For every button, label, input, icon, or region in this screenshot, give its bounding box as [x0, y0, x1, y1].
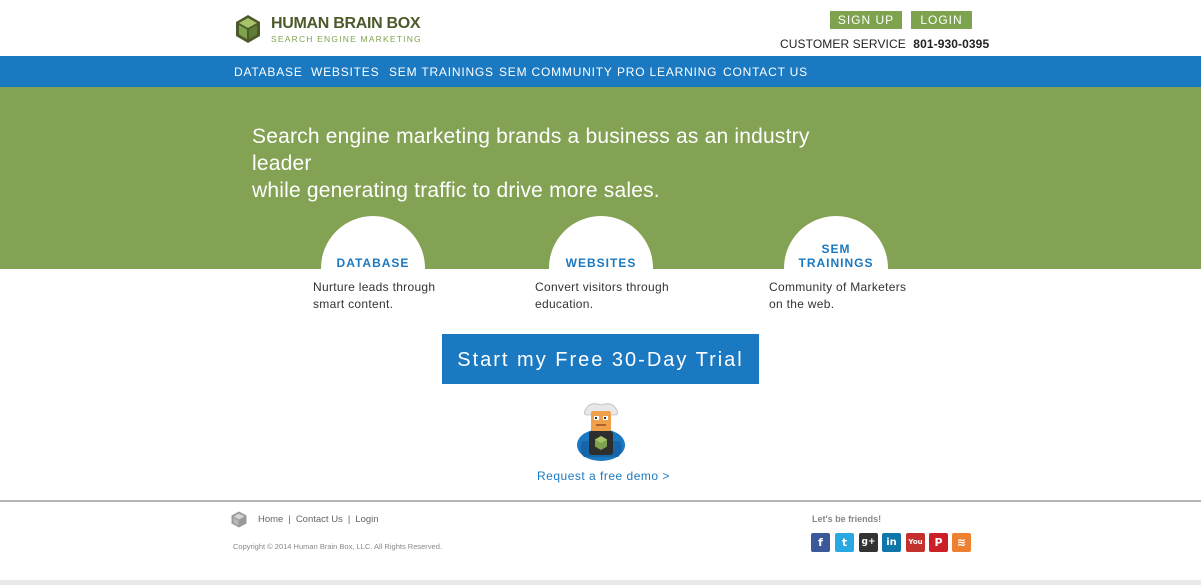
facebook-icon[interactable]: f [811, 533, 830, 552]
free-trial-button[interactable]: Start my Free 30-Day Trial [442, 334, 759, 384]
nav-item-contact-us[interactable]: CONTACT US [723, 56, 808, 87]
friends-label: Let's be friends! [812, 514, 882, 524]
hero-headline: Search engine marketing brands a busines… [252, 123, 852, 204]
nav-item-websites[interactable]: WEBSITES [311, 56, 379, 87]
rss-icon[interactable]: ≋ [952, 533, 971, 552]
customer-service-phone[interactable]: 801-930-0395 [913, 37, 989, 51]
customer-service: CUSTOMER SERVICE 801-930-0395 [780, 37, 989, 51]
logo-subtitle: SEARCH ENGINE MARKETING [271, 33, 422, 44]
hero-line-1: Search engine marketing brands a busines… [252, 125, 810, 175]
signup-button[interactable]: SIGN UP [830, 11, 902, 29]
footer-link-contact-us[interactable]: Contact Us [296, 514, 343, 525]
feature-desc-line: Community of Marketers [769, 280, 907, 294]
footer-cube-icon [231, 511, 247, 528]
customer-service-label: CUSTOMER SERVICE [780, 37, 906, 51]
feature-desc-sem-trainings: Community of Marketers on the web. [769, 279, 906, 313]
feature-title-sem-trainings-line1: SEM [821, 242, 851, 256]
mascot-robot-icon [577, 403, 625, 461]
request-demo-link[interactable]: Request a free demo > [537, 469, 670, 483]
footer-separator: | [288, 514, 291, 525]
google-plus-icon[interactable]: g+ [859, 533, 878, 552]
copyright-text: Copyright © 2014 Human Brain Box, LLC. A… [233, 542, 442, 551]
linkedin-icon[interactable]: in [882, 533, 901, 552]
footer-link-login[interactable]: Login [355, 514, 378, 525]
feature-desc-line: education. [535, 297, 594, 311]
feature-desc-line: Convert visitors through [535, 280, 669, 294]
main-nav: DATABASE WEBSITES SEM TRAININGS SEM COMM… [0, 56, 1201, 87]
feature-desc-line: Nurture leads through [313, 280, 436, 294]
twitter-icon[interactable]: t [835, 533, 854, 552]
nav-item-sem-trainings[interactable]: SEM TRAININGS [389, 56, 494, 87]
bottom-bar [0, 580, 1201, 585]
hero-line-2: while generating traffic to drive more s… [252, 179, 660, 202]
footer-separator: | [347, 514, 351, 525]
feature-desc-line: smart content. [313, 297, 394, 311]
logo-title: HUMAN BRAIN BOX [271, 14, 421, 32]
header: HUMAN BRAIN BOX SEARCH ENGINE MARKETING … [0, 0, 1201, 56]
nav-item-sem-community[interactable]: SEM COMMUNITY [499, 56, 613, 87]
nav-item-pro-learning[interactable]: PRO LEARNING [617, 56, 717, 87]
feature-desc-line: on the web. [769, 297, 835, 311]
feature-title-websites: WEBSITES [565, 256, 637, 270]
feature-title-database: DATABASE [336, 256, 410, 270]
feature-desc-websites: Convert visitors through education. [535, 279, 669, 313]
feature-desc-database: Nurture leads through smart content. [313, 279, 435, 313]
footer-links: Home | Contact Us | Login [258, 514, 379, 525]
nav-item-database[interactable]: DATABASE [234, 56, 303, 87]
feature-title-sem-trainings-line2: TRAININGS [798, 256, 874, 270]
footer-divider [0, 500, 1201, 502]
pinterest-icon[interactable]: P [929, 533, 948, 552]
footer-link-home[interactable]: Home [258, 514, 283, 525]
cube-logo-icon [236, 15, 260, 43]
login-button[interactable]: LOGIN [911, 11, 972, 29]
youtube-icon[interactable]: You [906, 533, 925, 552]
logo[interactable]: HUMAN BRAIN BOX SEARCH ENGINE MARKETING [235, 14, 422, 44]
